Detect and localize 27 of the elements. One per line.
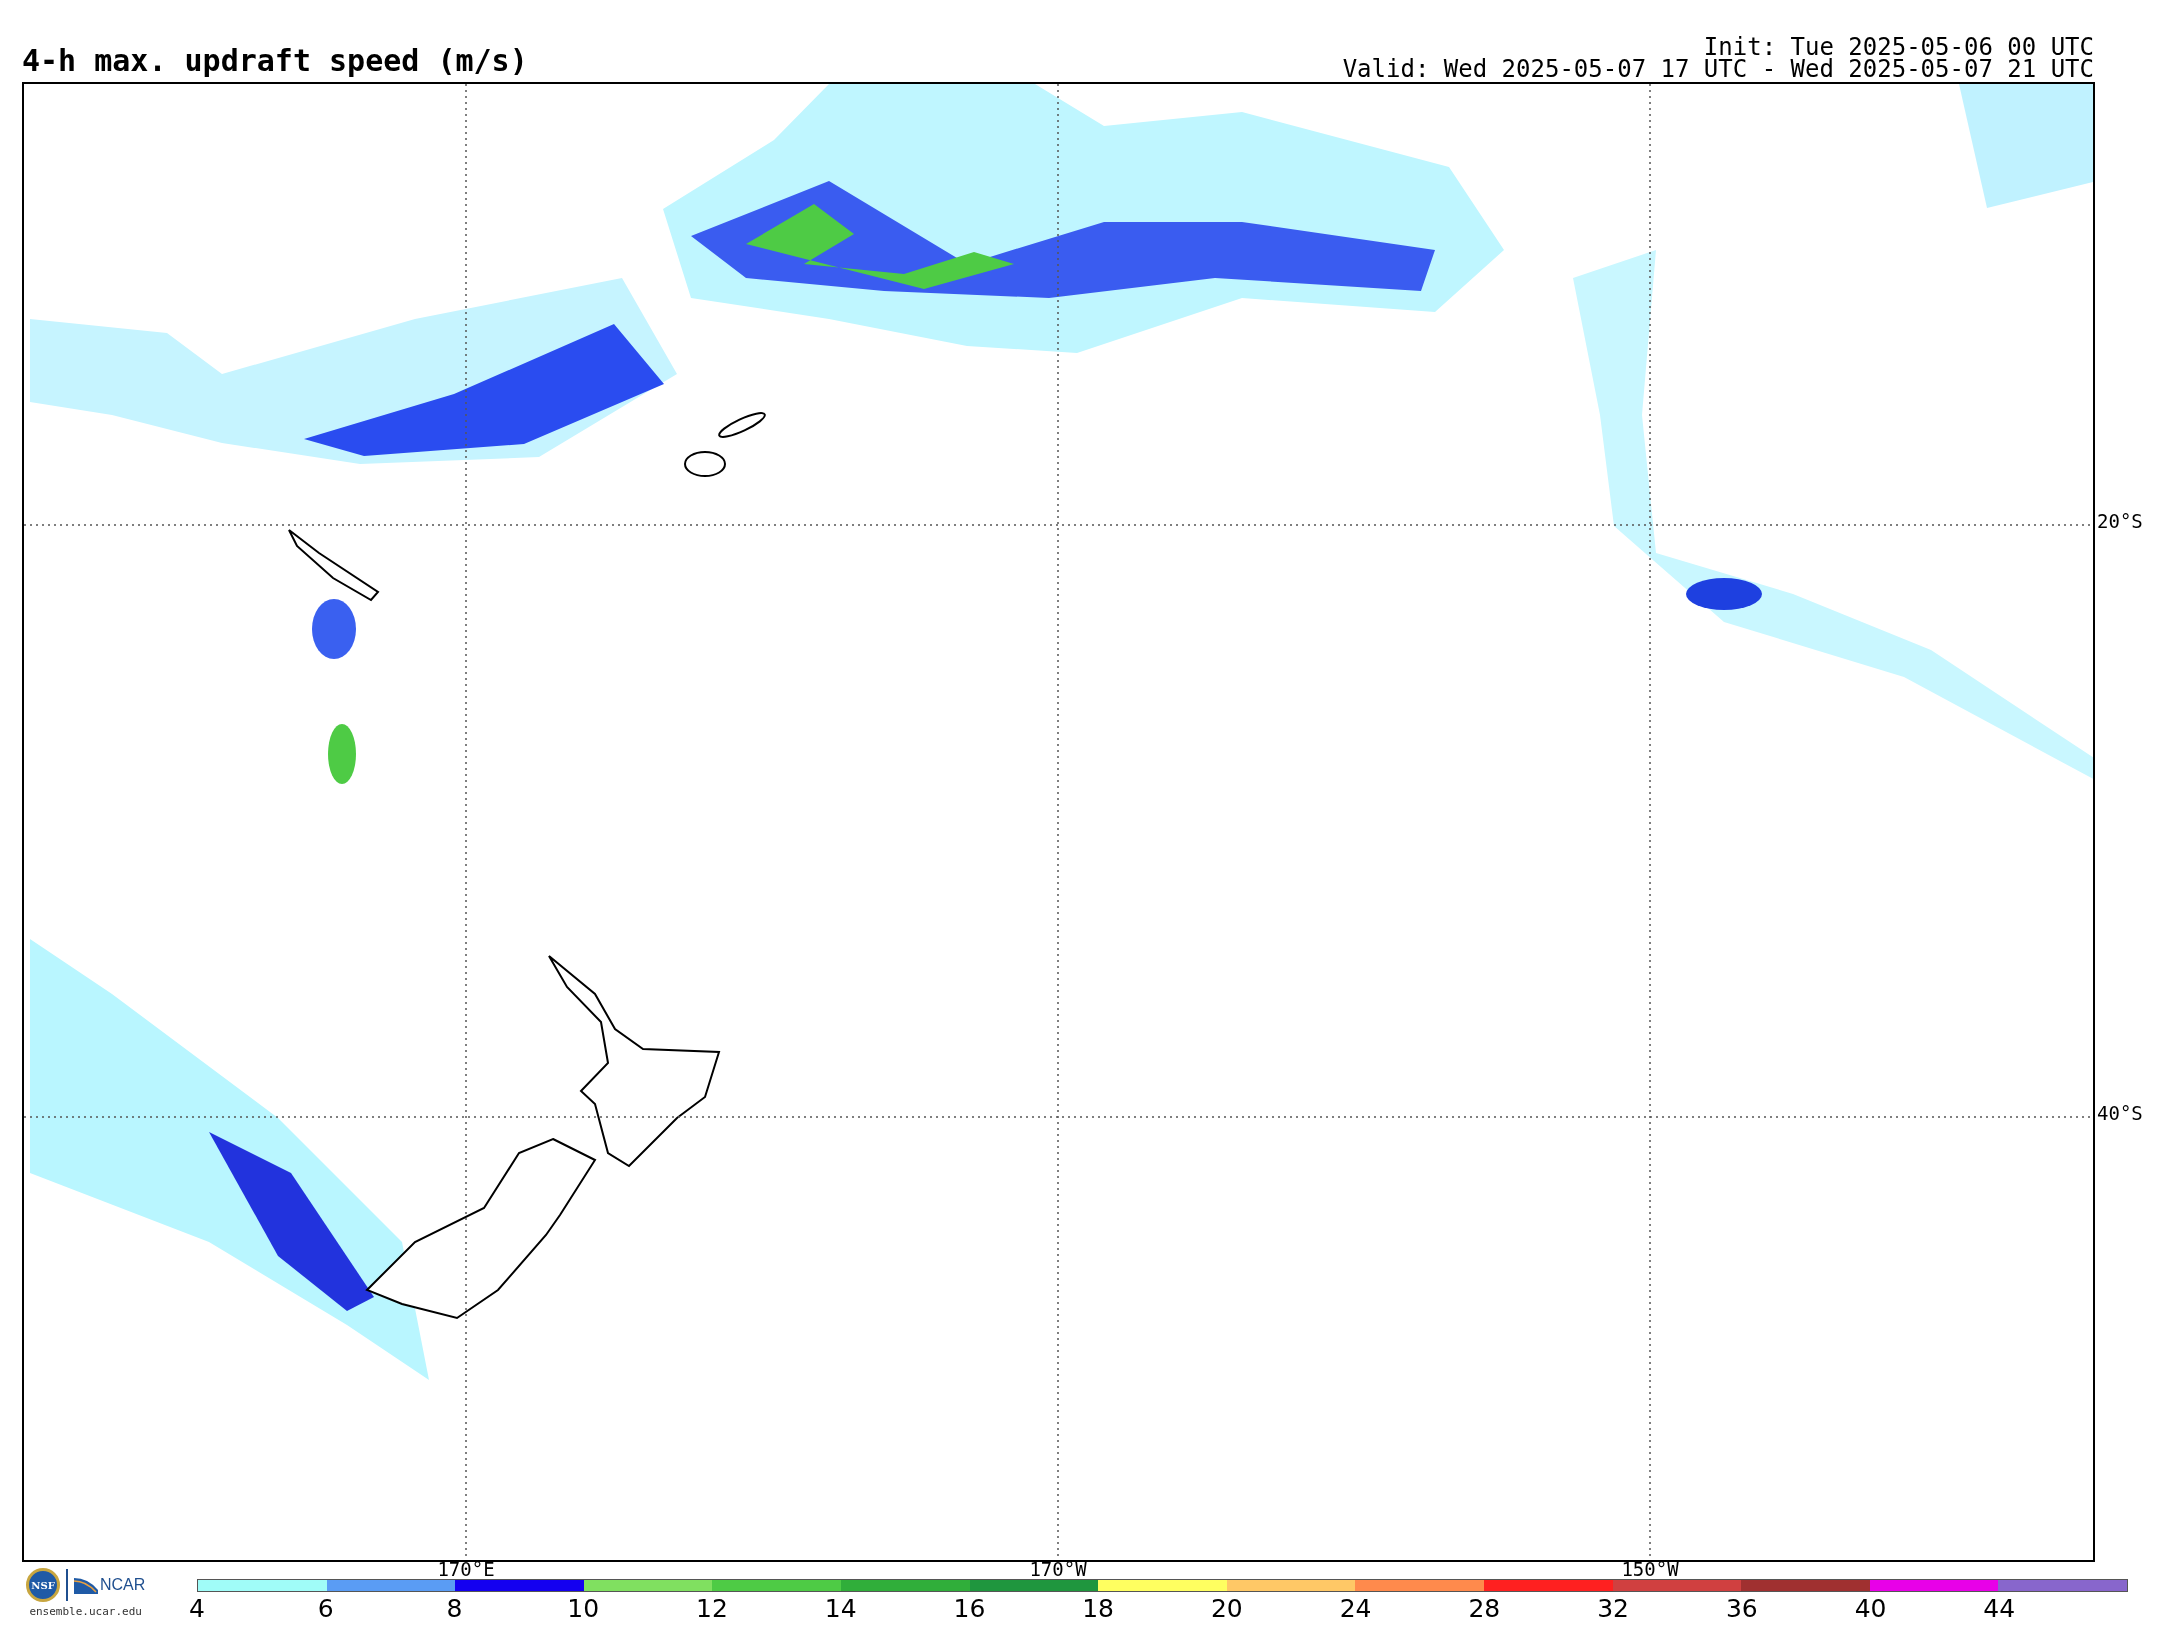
tick-label: 12 [696,1596,728,1621]
nsf-logo: NSF [26,1568,60,1602]
tick-label: 44 [1983,1596,2016,1621]
latitude-label: 40°S [2097,1104,2143,1123]
website-url: ensemble.ucar.edu [29,1606,142,1617]
valid-time: Valid: Wed 2025-05-07 17 UTC - Wed 2025-05-07 21 UTC [1342,58,2094,80]
tick-label: 36 [1725,1596,1758,1621]
tick-label: 18 [1082,1596,1115,1621]
latitude-label: 20°S [2097,512,2143,531]
tick-label: 10 [567,1596,600,1621]
tick-label: 4 [189,1596,205,1621]
swoosh-icon [74,1576,98,1594]
tick-label: 24 [1339,1596,1372,1621]
tick-label: 40 [1854,1596,1887,1621]
tick-label: 32 [1597,1596,1629,1621]
longitude-label: 170°W [1029,1560,1087,1579]
tick-label: 20 [1210,1596,1243,1621]
longitude-label: 170°E [437,1560,495,1579]
init-time: Init: Tue 2025-05-06 00 UTC [1703,36,2094,58]
chart-title: 4-h max. updraft speed (m/s) [22,46,528,80]
tick-label: 6 [317,1596,334,1621]
tick-label: 28 [1468,1596,1501,1621]
tick-label: 16 [953,1596,986,1621]
longitude-label: 150°W [1621,1560,1679,1579]
tick-label: 14 [824,1596,857,1621]
ncar-logo: NCAR [100,1577,146,1593]
tick-label: 8 [446,1596,463,1621]
